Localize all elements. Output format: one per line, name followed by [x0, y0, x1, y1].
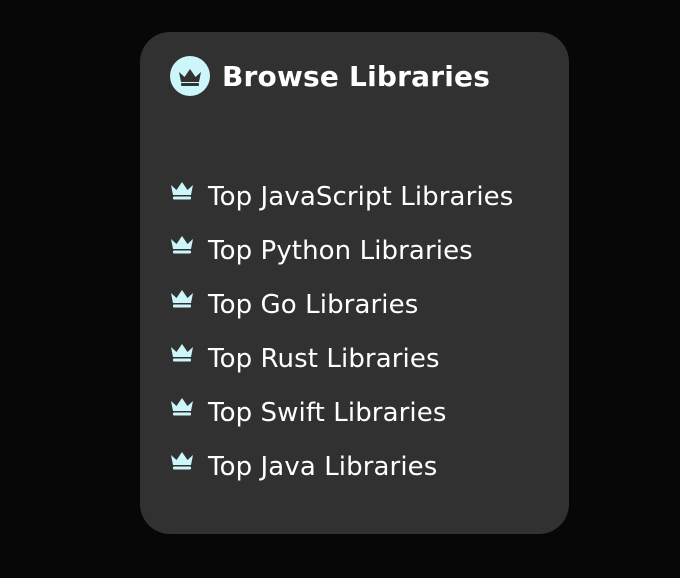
library-link-swift[interactable]: Top Swift Libraries [170, 386, 513, 440]
crown-icon [170, 396, 196, 418]
library-list: Top JavaScript Libraries Top Python Libr… [170, 170, 513, 494]
crown-icon [170, 288, 196, 310]
library-link-python[interactable]: Top Python Libraries [170, 224, 513, 278]
crown-icon [170, 180, 196, 202]
library-link-label[interactable]: Top Java Libraries [208, 452, 437, 482]
library-link-java[interactable]: Top Java Libraries [170, 440, 513, 494]
library-link-label[interactable]: Top Go Libraries [208, 290, 418, 320]
library-link-rust[interactable]: Top Rust Libraries [170, 332, 513, 386]
panel-header: Browse Libraries [170, 56, 490, 96]
library-link-label[interactable]: Top Swift Libraries [208, 398, 446, 428]
browse-libraries-panel: Browse Libraries Top JavaScript Librarie… [140, 32, 569, 534]
library-link-javascript[interactable]: Top JavaScript Libraries [170, 170, 513, 224]
panel-title: Browse Libraries [222, 59, 491, 93]
library-link-label[interactable]: Top Rust Libraries [208, 344, 440, 374]
library-link-label[interactable]: Top JavaScript Libraries [208, 182, 513, 212]
library-link-go[interactable]: Top Go Libraries [170, 278, 513, 332]
library-link-label[interactable]: Top Python Libraries [208, 236, 473, 266]
crown-icon [170, 234, 196, 256]
crown-icon [170, 56, 210, 96]
crown-icon [170, 450, 196, 472]
crown-icon [170, 342, 196, 364]
